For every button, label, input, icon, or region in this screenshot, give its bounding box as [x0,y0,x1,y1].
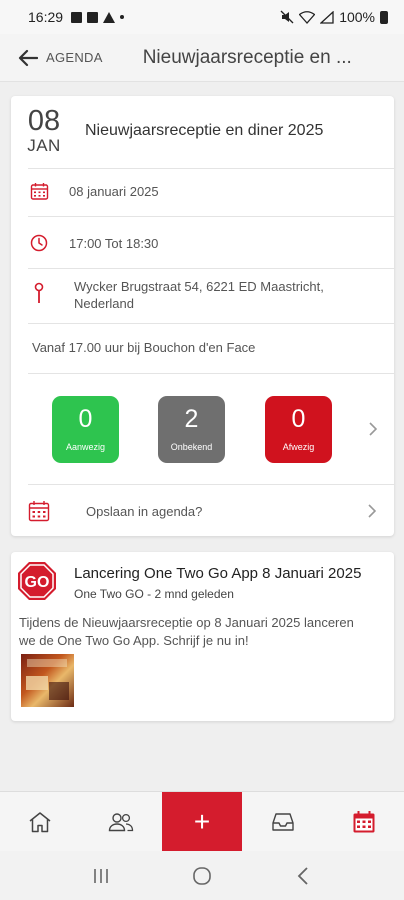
unknown-label: Onbekend [170,442,213,452]
back-label: AGENDA [46,50,103,65]
signal-icon [320,10,334,24]
mute-icon [280,10,294,24]
event-note-row: Vanaf 17.00 uur bij Bouchon d'en Face [32,339,394,356]
calendar-icon [30,183,48,200]
absent-label: Afwezig [282,442,315,452]
present-count: 0 [78,405,93,433]
news-body: Tijdens de Nieuwjaarsreceptie op 8 Janua… [19,615,354,648]
status-bar: 16:29 100% [0,0,404,34]
go-logo: GO [17,561,57,606]
divider [28,216,394,217]
event-date: 08 januari 2025 [69,184,159,199]
battery-icon [380,10,388,24]
app-header: AGENDA Nieuwjaarsreceptie en ... [0,34,404,82]
event-month: JAN [27,136,61,155]
clock-icon [30,234,48,252]
save-to-calendar-button[interactable]: Opslaan in agenda? [28,496,394,526]
event-date-badge: 08 JAN [24,106,64,156]
divider [28,168,394,169]
present-label: Aanwezig [65,442,106,452]
news-thumbnail[interactable] [21,654,74,707]
back-button[interactable]: AGENDA [0,34,103,81]
news-card[interactable]: GO Lancering One Two Go App 8 Januari 20… [11,552,394,721]
location-pin-icon [34,282,44,303]
chevron-left-icon [298,866,308,885]
nav-members[interactable] [81,792,162,851]
event-address: Wycker Brugstraat 54, 6221 ED Maastricht… [74,279,324,311]
attendance-present-button[interactable]: 0 Aanwezig [52,396,119,463]
divider [28,373,394,374]
wifi-icon [299,10,316,24]
news-title: Lancering One Two Go App 8 Januari 2025 [74,565,362,582]
bottom-nav: + [0,791,404,851]
chevron-right-icon [368,504,376,518]
home-icon [29,811,51,832]
absent-count: 0 [291,405,306,433]
system-nav-bar [0,851,404,900]
divider [28,323,394,324]
event-day: 08 [27,105,61,137]
status-time: 16:29 [28,9,64,25]
calendar-icon [353,810,375,832]
attendance-unknown-button[interactable]: 2 Onbekend [158,396,225,463]
nav-calendar[interactable] [323,792,404,851]
event-address-row: Wycker Brugstraat 54, 6221 ED Maastricht… [28,278,394,312]
event-time-row: 17:00 Tot 18:30 [28,234,394,252]
battery-percent: 100% [339,9,375,25]
event-note: Vanaf 17.00 uur bij Bouchon d'en Face [32,340,256,355]
people-icon [108,812,134,831]
recent-apps-button[interactable] [81,861,121,891]
unknown-count: 2 [184,405,199,433]
attendance-absent-button[interactable]: 0 Afwezig [265,396,332,463]
divider [28,484,394,485]
event-time: 17:00 Tot 18:30 [69,235,159,251]
chevron-right-icon[interactable] [368,422,377,436]
nav-add-button[interactable]: + [161,792,243,851]
home-system-button[interactable] [182,861,222,891]
arrow-left-icon [18,49,38,66]
add-icon: + [193,805,211,837]
back-system-button[interactable] [283,861,323,891]
event-date-row: 08 januari 2025 [28,182,394,201]
inbox-icon [272,812,294,831]
event-card: 08 JAN Nieuwjaarsreceptie en diner 2025 … [11,96,394,536]
nav-inbox[interactable] [242,792,323,851]
page-title: Nieuwjaarsreceptie en ... [142,46,352,68]
warning-notification-icon [103,11,116,23]
recent-apps-icon [93,868,108,883]
more-notifications-icon [120,15,125,19]
checkbox-notification-icon [87,11,99,23]
home-circle-icon [193,866,211,885]
event-title: Nieuwjaarsreceptie en diner 2025 [85,122,324,139]
calendar-add-icon [28,501,50,522]
image-notification-icon [71,11,83,23]
divider [28,268,394,269]
logo-text: GO [25,574,50,591]
save-to-calendar-label: Opslaan in agenda? [86,503,203,519]
nav-home[interactable] [0,792,81,851]
news-meta: One Two GO - 2 mnd geleden [74,587,234,601]
